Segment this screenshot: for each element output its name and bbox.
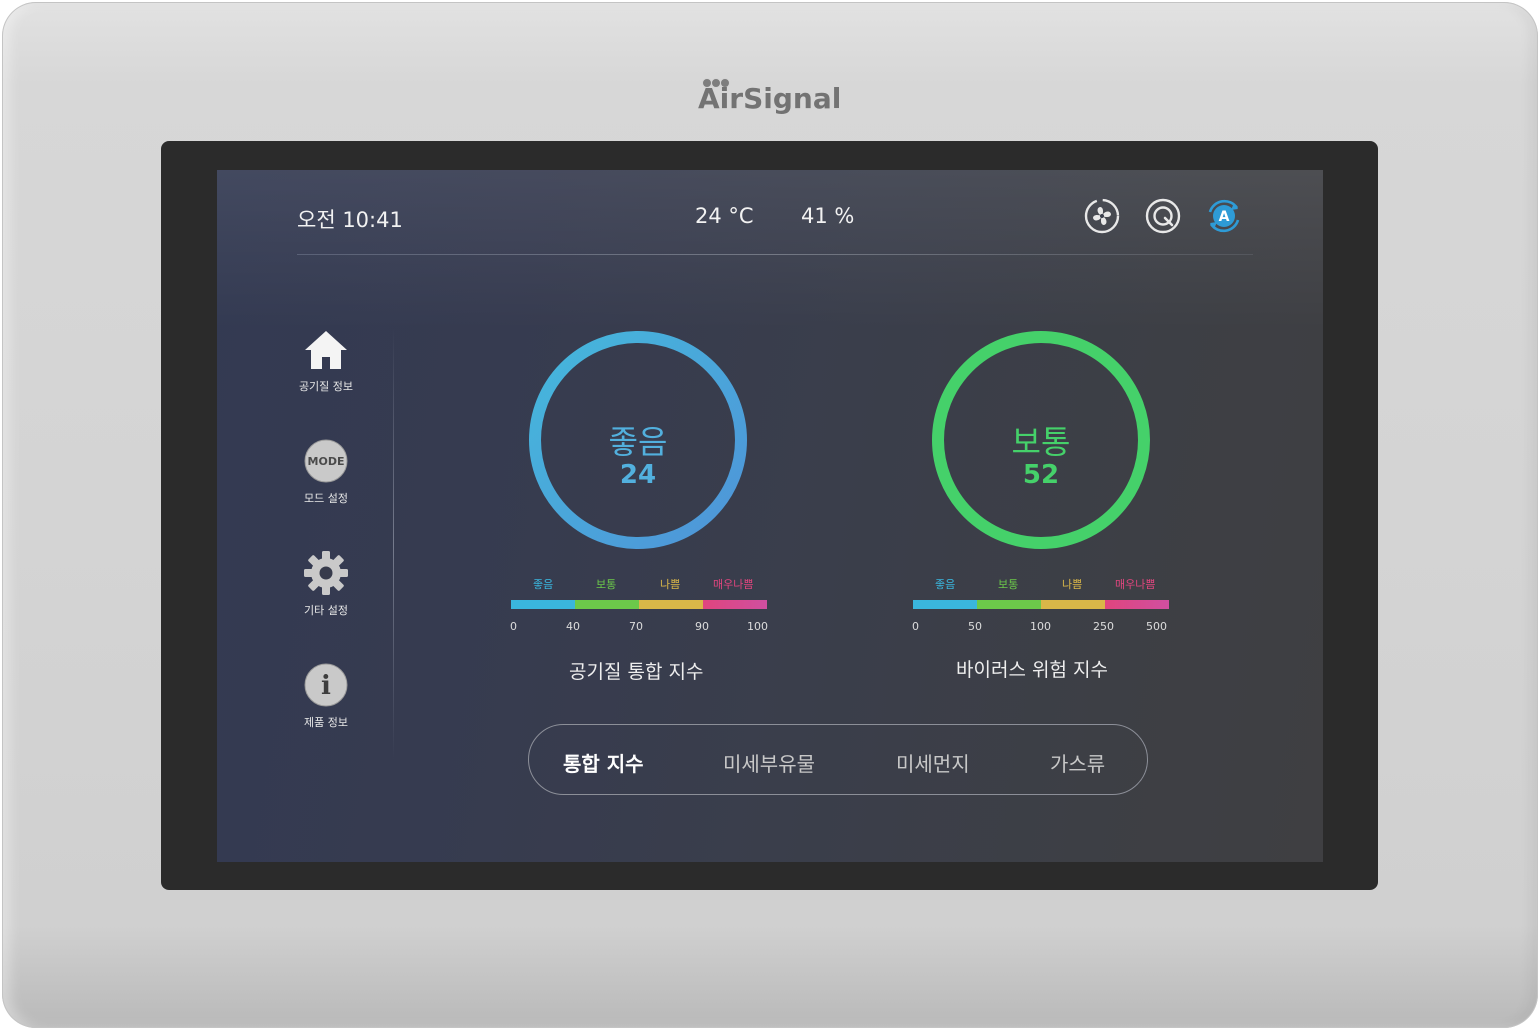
- scale-tick: 40: [566, 620, 580, 633]
- gear-icon: [304, 551, 348, 595]
- sidebar-item-settings[interactable]: 기타 설정: [277, 550, 375, 618]
- air-quality-caption: 공기질 통합 지수: [569, 661, 704, 683]
- scale-tick: 100: [1030, 620, 1051, 633]
- touch-screen: 오전 10:41 24 °C 41 % A 공기질 정보 MODE 모드 설정 …: [217, 170, 1323, 862]
- brand-name: AirSignal: [698, 82, 842, 115]
- temperature-text: 24 °C: [695, 204, 754, 228]
- svg-text:A: A: [1219, 209, 1230, 225]
- scale-tick: 250: [1093, 620, 1114, 633]
- scale-tick: 0: [510, 620, 517, 633]
- scale-tick: 100: [747, 620, 768, 633]
- scale-tick: 0: [912, 620, 919, 633]
- scale-tick: 90: [695, 620, 709, 633]
- sidebar-item-product-info[interactable]: i 제품 정보: [277, 662, 375, 730]
- scale-bar-very-bad: [703, 600, 767, 609]
- tab-gases[interactable]: 가스류: [1050, 748, 1105, 777]
- virus-risk-value: 52: [1022, 460, 1060, 490]
- sidebar-item-mode[interactable]: MODE 모드 설정: [277, 438, 375, 506]
- scale-bar-very-bad: [1105, 600, 1169, 609]
- sidebar-item-label: 제품 정보: [304, 716, 348, 729]
- index-tab-bar: 통합 지수 미세부유물 미세먼지 가스류: [528, 724, 1148, 795]
- tab-integrated-index[interactable]: 통합 지수: [563, 748, 644, 777]
- info-icon: i: [304, 663, 348, 707]
- virus-risk-status: 보통: [1011, 423, 1071, 461]
- tab-fine-particles[interactable]: 미세부유물: [723, 748, 815, 777]
- clock-text: 오전 10:41: [297, 208, 403, 232]
- mode-badge-text: MODE: [308, 455, 345, 468]
- scale-bar-good: [511, 600, 575, 609]
- humidity-text: 41 %: [801, 204, 855, 228]
- sidebar-item-air-quality[interactable]: 공기질 정보: [277, 328, 375, 394]
- scale-label-very-bad: 매우나쁨: [1115, 578, 1156, 591]
- scale-bar-good: [913, 600, 977, 609]
- brand-logo: AirSignal: [698, 68, 842, 124]
- scale-label-good: 좋음: [935, 578, 956, 591]
- mode-icon: MODE: [304, 439, 348, 483]
- air-quality-status: 좋음: [608, 423, 668, 461]
- scale-label-bad: 나쁨: [660, 578, 681, 591]
- filter-icon[interactable]: [1143, 196, 1183, 236]
- auto-mode-icon[interactable]: A: [1204, 196, 1244, 236]
- info-badge-text: i: [321, 671, 331, 701]
- scale-label-very-bad: 매우나쁨: [713, 578, 754, 591]
- scale-bar-bad: [639, 600, 703, 609]
- scale-tick: 500: [1146, 620, 1167, 633]
- scale-label-bad: 나쁨: [1062, 578, 1083, 591]
- sidebar-item-label: 공기질 정보: [298, 380, 354, 393]
- virus-risk-caption: 바이러스 위험 지수: [956, 659, 1108, 681]
- header-divider: [297, 254, 1253, 255]
- scale-bar-normal: [977, 600, 1041, 609]
- scale-label-normal: 보통: [596, 578, 617, 591]
- scale-tick: 50: [968, 620, 982, 633]
- sidebar-item-label: 모드 설정: [304, 492, 348, 505]
- scale-bar-normal: [575, 600, 639, 609]
- sidebar-divider: [393, 328, 394, 760]
- air-quality-value: 24: [619, 460, 657, 490]
- fan-icon[interactable]: [1082, 196, 1122, 236]
- scale-tick: 70: [629, 620, 643, 633]
- scale-label-good: 좋음: [533, 578, 554, 591]
- sidebar-item-label: 기타 설정: [304, 604, 348, 617]
- scale-bar-bad: [1041, 600, 1105, 609]
- home-icon: [305, 331, 347, 369]
- tab-fine-dust[interactable]: 미세먼지: [896, 748, 970, 777]
- scale-label-normal: 보통: [998, 578, 1019, 591]
